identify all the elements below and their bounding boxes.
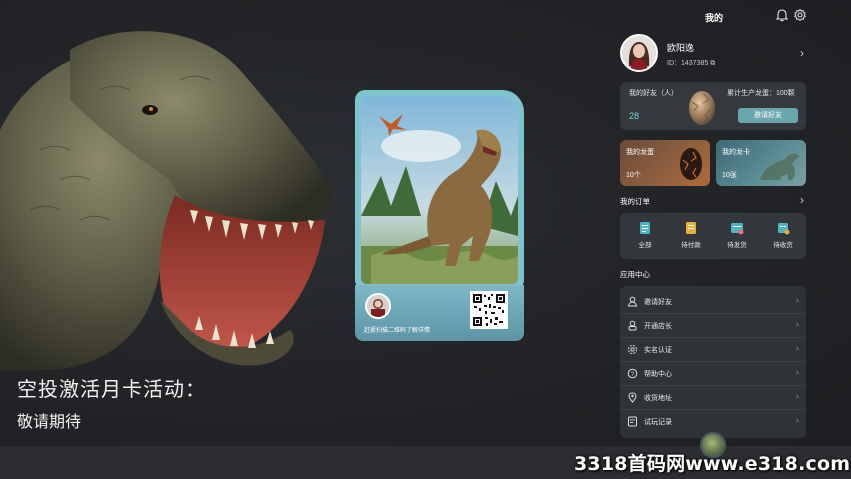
- order-pending-receipt[interactable]: 待收货: [763, 221, 803, 249]
- friends-label: 我的好友（人）: [629, 90, 678, 97]
- copy-icon[interactable]: ⧉: [710, 60, 715, 67]
- chevron-right-icon: ›: [795, 415, 799, 426]
- help-icon: ?: [627, 368, 638, 379]
- profile-panel: 我的 欧阳逸 ID：1437385 ⧉ › 我的好友（人） 28 累计生产龙蛋：…: [612, 0, 851, 446]
- tab-mine[interactable]: 我的: [705, 11, 723, 24]
- chevron-right-icon: ›: [795, 367, 799, 378]
- tile-card-label: 我的龙卡: [722, 149, 750, 156]
- watermark: 3318首码网www.e318.com: [574, 453, 851, 475]
- order-all[interactable]: 全部: [625, 221, 665, 249]
- orders-chevron-icon[interactable]: ›: [800, 193, 804, 207]
- app-item-label: 实名认证: [644, 347, 672, 354]
- app-item-open-store-manager[interactable]: 开通店长 ›: [620, 314, 806, 338]
- order-pending-shipment-label: 待发货: [727, 242, 747, 249]
- profile-row[interactable]: 欧阳逸 ID：1437385 ⧉ ›: [620, 34, 806, 74]
- friends-count: 28: [629, 111, 640, 121]
- egg-total: 累计生产龙蛋：100颗: [727, 90, 795, 97]
- user-icon: [627, 296, 638, 307]
- settings-icon: [628, 345, 637, 354]
- tile-my-dragon-cards[interactable]: 我的龙卡 10张: [716, 140, 806, 186]
- chevron-right-icon: ›: [795, 295, 799, 306]
- order-pending-payment-label: 待付款: [681, 242, 701, 249]
- chevron-right-icon: ›: [800, 46, 804, 60]
- bell-icon[interactable]: [775, 8, 789, 22]
- avatar: [620, 34, 658, 72]
- dragon-egg-icon: [689, 91, 715, 125]
- card-dino-illustration: [361, 96, 518, 284]
- app-item-label: 试玩记录: [644, 419, 672, 426]
- orders-title: 我的订单: [620, 197, 650, 206]
- trex-illustration: [0, 31, 332, 371]
- promo-subtitle: 敬请期待: [17, 414, 82, 431]
- dragon-card[interactable]: 赶紧扫描二维码了解详情: [355, 90, 524, 341]
- panel-header: 我的: [612, 0, 812, 32]
- card-avatar: [365, 293, 391, 319]
- invite-friends-button[interactable]: 邀请好友: [738, 108, 798, 123]
- dino-silhouette-icon: [760, 153, 800, 180]
- app-item-label: 帮助中心: [644, 371, 672, 378]
- card-footer: 赶紧扫描二维码了解详情: [355, 285, 524, 341]
- delivery-icon: [778, 223, 790, 235]
- order-pending-shipment[interactable]: 待发货: [717, 221, 757, 249]
- location-icon: [628, 392, 637, 403]
- tile-card-count: 10张: [722, 172, 737, 179]
- app-item-real-name-verification[interactable]: 实名认证 ›: [620, 338, 806, 362]
- app-item-trial-records[interactable]: 试玩记录 ›: [620, 410, 806, 434]
- app-item-invite-friends[interactable]: 邀请好友 ›: [620, 290, 806, 314]
- tile-dragon-count: 10个: [626, 172, 641, 179]
- app-center-title: 应用中心: [620, 270, 650, 279]
- app-item-label: 开通店长: [644, 323, 672, 330]
- package-icon: [731, 223, 744, 235]
- order-all-label: 全部: [638, 242, 652, 249]
- orders-card: 全部 待付款 待发货 待收货: [620, 213, 806, 259]
- chevron-right-icon: ›: [795, 319, 799, 330]
- user-name: 欧阳逸: [667, 43, 695, 53]
- order-pending-receipt-label: 待收货: [773, 242, 793, 249]
- wallet-icon: [686, 222, 696, 234]
- app-item-shipping-address[interactable]: 收货地址 ›: [620, 386, 806, 410]
- chevron-right-icon: ›: [795, 391, 799, 402]
- app-item-help-center[interactable]: ? 帮助中心 ›: [620, 362, 806, 386]
- gear-icon[interactable]: [793, 8, 807, 22]
- app-item-label: 邀请好友: [644, 299, 672, 306]
- qr-code[interactable]: [470, 291, 508, 329]
- clipboard-list-icon: [640, 222, 650, 234]
- manager-icon: [628, 320, 637, 331]
- app-center-list: 邀请好友 › 开通店长 › 实名认证 › ? 帮助中心 › 收货地址 › 试玩记…: [620, 286, 806, 438]
- friends-card: 我的好友（人） 28 累计生产龙蛋：100颗 邀请好友: [620, 82, 806, 130]
- tile-my-dragon-eggs[interactable]: 我的龙蛋 10个: [620, 140, 710, 186]
- user-id: ID：1437385 ⧉: [667, 60, 716, 67]
- order-pending-payment[interactable]: 待付款: [671, 221, 711, 249]
- chevron-right-icon: ›: [795, 343, 799, 354]
- main-stage: 空投激活月卡活动： 敬请期待 赶紧扫描二维码了解详情 我的 欧阳逸 ID：143…: [0, 0, 851, 446]
- promo-title: 空投激活月卡活动：: [17, 379, 206, 401]
- tile-dragon-label: 我的龙蛋: [626, 149, 654, 156]
- dark-egg-icon: [680, 148, 702, 180]
- record-icon: [628, 416, 637, 427]
- card-scan-text: 赶紧扫描二维码了解详情: [364, 328, 431, 334]
- app-item-label: 收货地址: [644, 395, 672, 402]
- card-artwork: [361, 96, 518, 284]
